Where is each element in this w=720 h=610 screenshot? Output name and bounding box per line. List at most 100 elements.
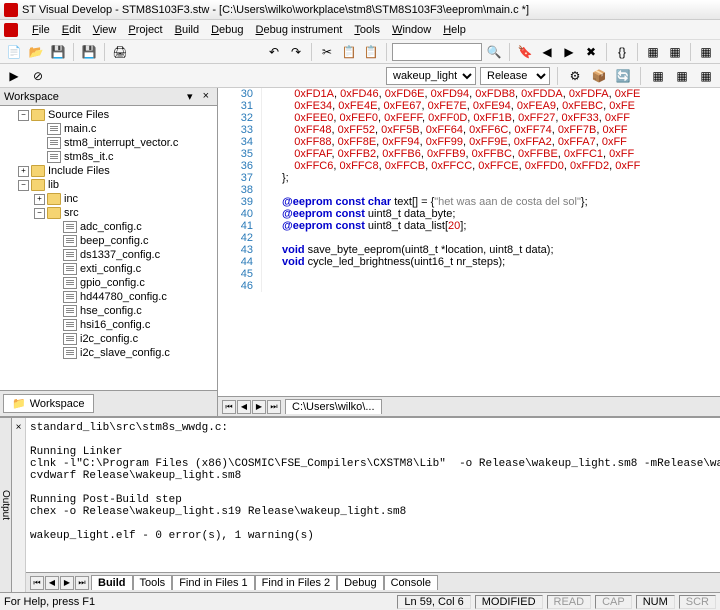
status-modified: MODIFIED	[475, 595, 543, 609]
tree-src[interactable]: src	[64, 207, 79, 219]
menu-window[interactable]: Window	[386, 22, 437, 38]
app-icon	[4, 3, 18, 17]
tree-include-files[interactable]: Include Files	[48, 165, 110, 177]
tab-last-icon[interactable]: ⏭	[267, 400, 281, 414]
menu-tools[interactable]: Tools	[348, 22, 386, 38]
status-bar: For Help, press F1 Ln 59, Col 6 MODIFIED…	[0, 592, 720, 610]
status-scr: SCR	[679, 595, 716, 609]
bookmark-prev-icon[interactable]: ◀	[537, 42, 557, 62]
stop-icon[interactable]: ⊘	[28, 66, 48, 86]
go-icon[interactable]: ▶	[4, 66, 24, 86]
tree-file[interactable]: ds1337_config.c	[80, 249, 160, 261]
tree-file[interactable]: beep_config.c	[80, 235, 149, 247]
tree-collapse-icon[interactable]: −	[34, 208, 45, 219]
tree-lib[interactable]: lib	[48, 179, 59, 191]
output-tab-build[interactable]: Build	[91, 575, 133, 590]
dbg1-icon[interactable]: ▦	[648, 66, 668, 86]
output-tab-find-in-files-2[interactable]: Find in Files 2	[255, 575, 337, 590]
output-tab-console[interactable]: Console	[384, 575, 438, 590]
tree-stm8s-it[interactable]: stm8s_it.c	[64, 151, 114, 163]
tree-file[interactable]: hd44780_config.c	[80, 291, 167, 303]
config-combo[interactable]: Release	[480, 67, 550, 85]
tool-c-icon[interactable]: ▦	[696, 42, 716, 62]
menu-view[interactable]: View	[87, 22, 123, 38]
undo-icon[interactable]: ↶	[264, 42, 284, 62]
tree-file[interactable]: gpio_config.c	[80, 277, 145, 289]
menu-app-icon	[4, 23, 18, 37]
tree-file[interactable]: i2c_config.c	[80, 333, 138, 345]
tree-file[interactable]: adc_config.c	[80, 221, 142, 233]
tree-inc[interactable]: inc	[64, 193, 78, 205]
menu-project[interactable]: Project	[122, 22, 168, 38]
status-num: NUM	[636, 595, 675, 609]
brace-icon[interactable]: {}	[612, 42, 632, 62]
code-area[interactable]: 30 0xFD1A, 0xFD46, 0xFD6E, 0xFD94, 0xFDB…	[218, 88, 720, 396]
tab-first-icon[interactable]: ⏮	[222, 400, 236, 414]
menu-build[interactable]: Build	[169, 22, 205, 38]
save-icon[interactable]: 💾	[48, 42, 68, 62]
target-combo[interactable]: wakeup_light	[386, 67, 476, 85]
tool-b-icon[interactable]: ▦	[665, 42, 685, 62]
open-icon[interactable]: 📂	[26, 42, 46, 62]
tree-stm8-int[interactable]: stm8_interrupt_vector.c	[64, 137, 178, 149]
out-next-icon[interactable]: ▶	[60, 576, 74, 590]
output-tab-debug[interactable]: Debug	[337, 575, 383, 590]
build-icon[interactable]: 📦	[589, 66, 609, 86]
workspace-panel: Workspace ▾ × −Source Files main.c stm8_…	[0, 88, 218, 416]
tool-a-icon[interactable]: ▦	[643, 42, 663, 62]
out-prev-icon[interactable]: ◀	[45, 576, 59, 590]
tab-prev-icon[interactable]: ◀	[237, 400, 251, 414]
cut-icon[interactable]: ✂	[317, 42, 337, 62]
tree-collapse-icon[interactable]: −	[18, 180, 29, 191]
search-combo[interactable]	[392, 43, 482, 61]
tree-collapse-icon[interactable]: −	[18, 110, 29, 121]
bookmark-clear-icon[interactable]: ✖	[581, 42, 601, 62]
out-last-icon[interactable]: ⏭	[75, 576, 89, 590]
copy-icon[interactable]: 📋	[339, 42, 359, 62]
dbg3-icon[interactable]: ▦	[696, 66, 716, 86]
save-all-icon[interactable]: 💾	[79, 42, 99, 62]
menu-file[interactable]: File	[26, 22, 56, 38]
tree-expand-icon[interactable]: +	[34, 194, 45, 205]
tree-file[interactable]: exti_config.c	[80, 263, 141, 275]
output-close-icon[interactable]: ×	[16, 422, 22, 433]
find-icon[interactable]: 🔍	[484, 42, 504, 62]
rebuild-icon[interactable]: 🔄	[613, 66, 633, 86]
workspace-tab[interactable]: 📁 Workspace	[3, 394, 94, 413]
code-editor: 30 0xFD1A, 0xFD46, 0xFD6E, 0xFD94, 0xFDB…	[218, 88, 720, 416]
file-icon	[47, 123, 61, 135]
tree-file[interactable]: i2c_slave_config.c	[80, 347, 170, 359]
folder-icon	[47, 207, 61, 219]
menu-help[interactable]: Help	[437, 22, 472, 38]
print-icon[interactable]: 🖨	[110, 42, 130, 62]
new-file-icon[interactable]: 📄	[4, 42, 24, 62]
folder-icon	[31, 165, 45, 177]
paste-icon[interactable]: 📋	[361, 42, 381, 62]
out-first-icon[interactable]: ⏮	[30, 576, 44, 590]
panel-pin-icon[interactable]: ▾	[183, 90, 197, 103]
tree-file[interactable]: hsi16_config.c	[80, 319, 150, 331]
title-bar: ST Visual Develop - STM8S103F3.stw - [C:…	[0, 0, 720, 20]
file-tab[interactable]: C:\Users\wilko\...	[285, 399, 382, 414]
menu-debug-instrument[interactable]: Debug instrument	[250, 22, 349, 38]
tree-file[interactable]: hse_config.c	[80, 305, 142, 317]
folder-icon	[31, 109, 45, 121]
tree-expand-icon[interactable]: +	[18, 166, 29, 177]
dbg2-icon[interactable]: ▦	[672, 66, 692, 86]
tree-main-c[interactable]: main.c	[64, 123, 96, 135]
compile-icon[interactable]: ⚙	[565, 66, 585, 86]
project-tree[interactable]: − Source Files main.c stm8_interrupt_vect…	[0, 106, 217, 390]
output-text[interactable]: standard_lib\src\stm8s_wwdg.c: Running L…	[26, 418, 720, 572]
bookmark-icon[interactable]: 🔖	[515, 42, 535, 62]
tab-next-icon[interactable]: ▶	[252, 400, 266, 414]
menu-debug[interactable]: Debug	[205, 22, 249, 38]
folder-icon	[31, 179, 45, 191]
tree-source-files[interactable]: Source Files	[48, 109, 109, 121]
bookmark-next-icon[interactable]: ▶	[559, 42, 579, 62]
output-tab-find-in-files-1[interactable]: Find in Files 1	[172, 575, 254, 590]
panel-close-icon[interactable]: ×	[199, 90, 213, 103]
output-panel: Output × standard_lib\src\stm8s_wwdg.c: …	[0, 416, 720, 592]
output-tab-tools[interactable]: Tools	[133, 575, 173, 590]
redo-icon[interactable]: ↷	[286, 42, 306, 62]
menu-edit[interactable]: Edit	[56, 22, 87, 38]
